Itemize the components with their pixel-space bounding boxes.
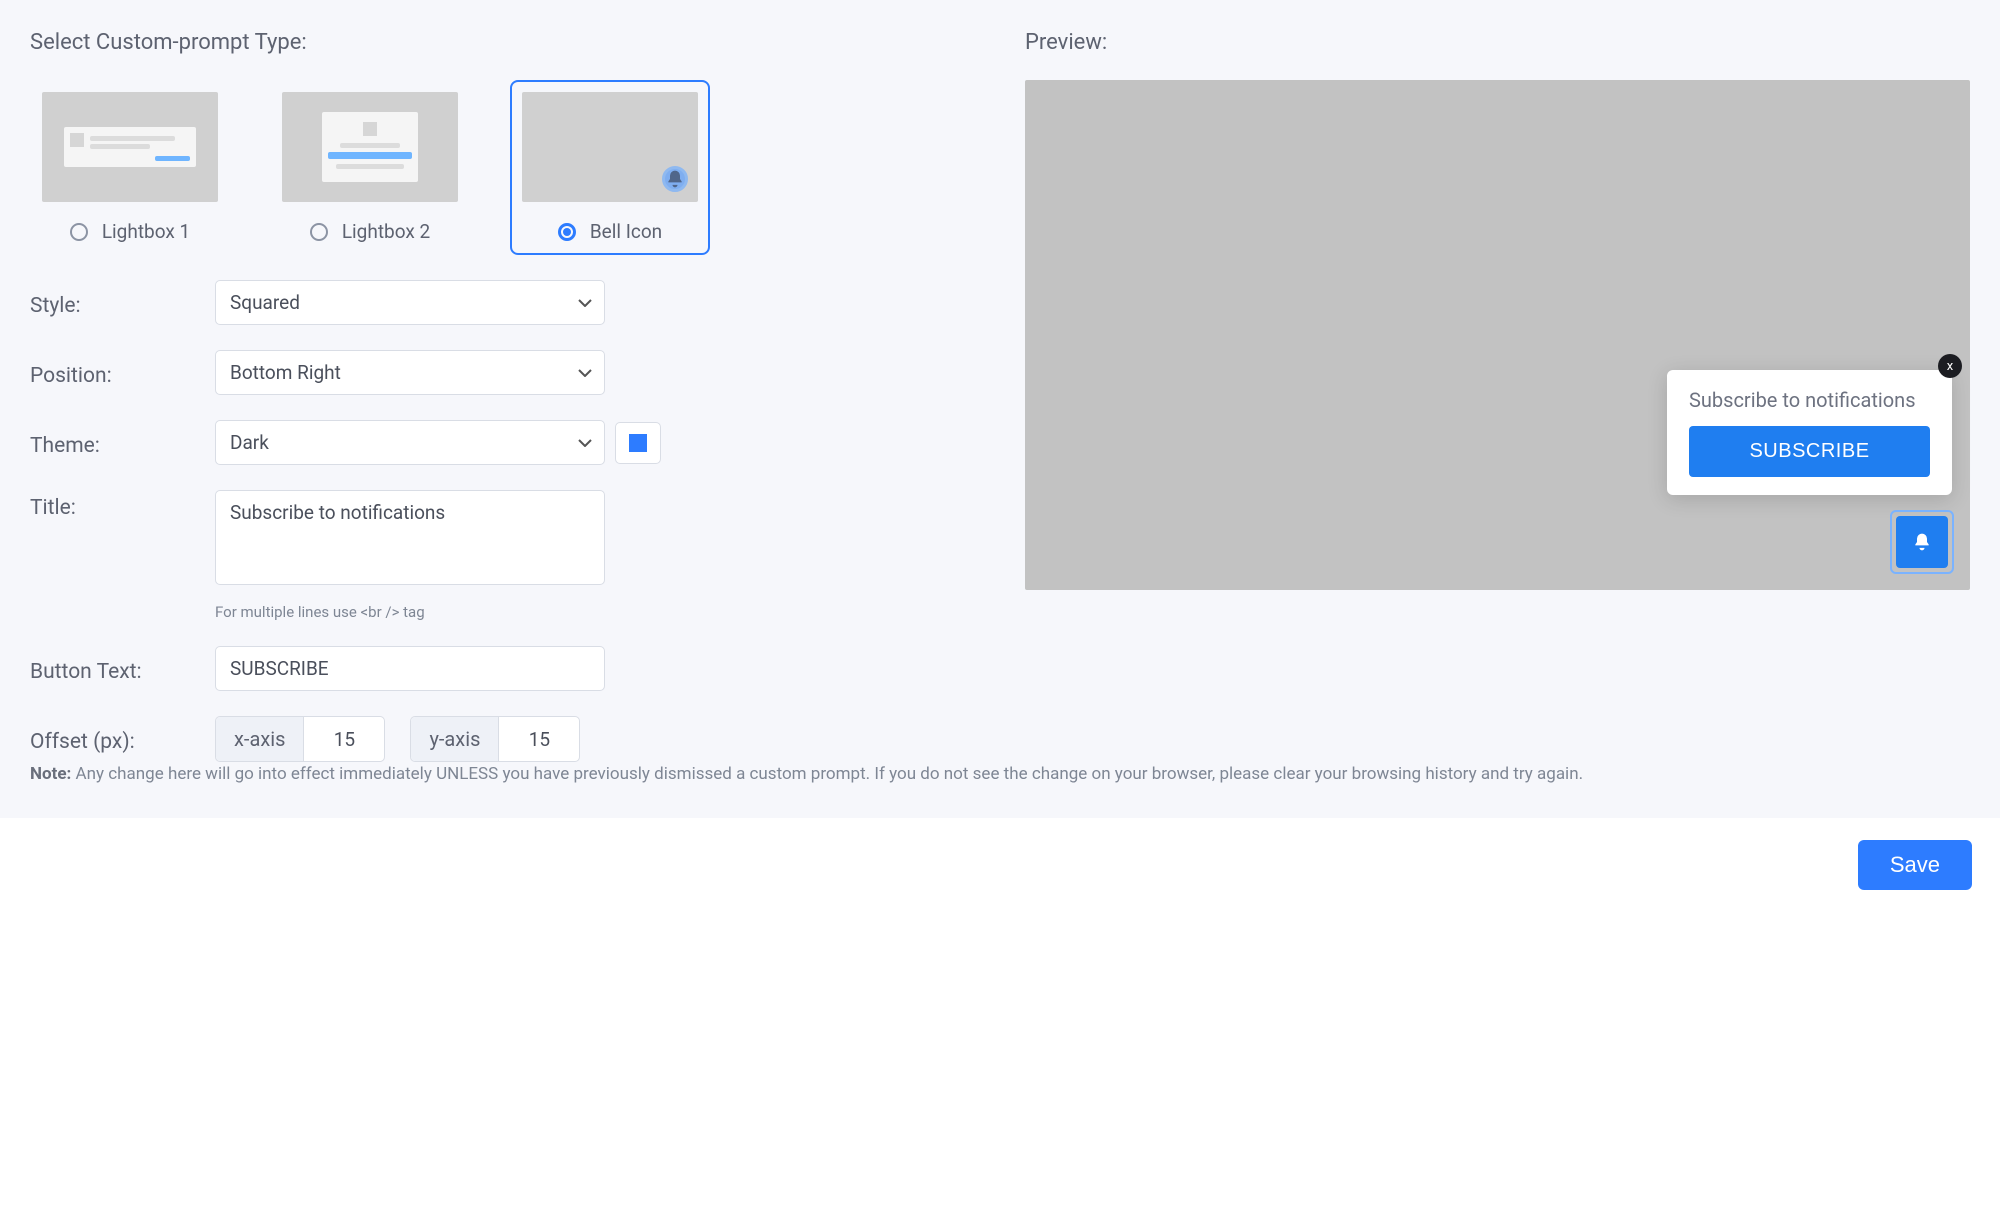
note-text: Any change here will go into effect imme…: [71, 764, 1583, 784]
preview-popup: x Subscribe to notifications SUBSCRIBE: [1667, 370, 1952, 495]
label-theme: Theme:: [30, 428, 195, 458]
label-lightbox1: Lightbox 1: [102, 220, 190, 243]
label-bell: Bell Icon: [590, 220, 662, 243]
thumb-lightbox1: [42, 92, 218, 202]
input-button-text[interactable]: [215, 646, 605, 691]
type-card-lightbox1[interactable]: Lightbox 1: [30, 80, 230, 255]
thumb-lightbox2: [282, 92, 458, 202]
section-title-type: Select Custom-prompt Type:: [30, 30, 975, 55]
label-offset: Offset (px):: [30, 724, 195, 754]
thumb-bell: [522, 92, 698, 202]
label-title: Title:: [30, 490, 195, 520]
offset-y-group: y-axis: [410, 716, 580, 762]
label-button-text: Button Text:: [30, 654, 195, 684]
save-button[interactable]: Save: [1858, 840, 1972, 890]
type-card-lightbox2[interactable]: Lightbox 2: [270, 80, 470, 255]
select-style[interactable]: Squared: [215, 280, 605, 325]
input-offset-y[interactable]: [499, 717, 579, 761]
offset-x-group: x-axis: [215, 716, 385, 762]
popup-close-button[interactable]: x: [1938, 354, 1962, 378]
type-card-bell[interactable]: Bell Icon: [510, 80, 710, 255]
preview-bell-button[interactable]: [1890, 510, 1954, 574]
radio-lightbox1[interactable]: [70, 223, 88, 241]
theme-color-swatch[interactable]: [615, 422, 661, 464]
note-prefix: Note:: [30, 764, 71, 784]
popup-title: Subscribe to notifications: [1689, 388, 1930, 412]
label-position: Position:: [30, 358, 195, 388]
input-title[interactable]: [215, 490, 605, 585]
select-position[interactable]: Bottom Right: [215, 350, 605, 395]
offset-x-label: x-axis: [216, 717, 304, 761]
bell-icon: [1912, 532, 1932, 552]
radio-lightbox2[interactable]: [310, 223, 328, 241]
select-theme[interactable]: Dark: [215, 420, 605, 465]
radio-bell[interactable]: [558, 223, 576, 241]
label-lightbox2: Lightbox 2: [342, 220, 430, 243]
popup-subscribe-button[interactable]: SUBSCRIBE: [1689, 426, 1930, 477]
input-offset-x[interactable]: [304, 717, 384, 761]
bell-icon: [662, 166, 688, 192]
section-title-preview: Preview:: [1025, 30, 1970, 55]
prompt-type-options: Lightbox 1 Lightbox 2: [30, 80, 975, 255]
offset-y-label: y-axis: [411, 717, 499, 761]
preview-canvas: x Subscribe to notifications SUBSCRIBE: [1025, 80, 1970, 590]
label-style: Style:: [30, 288, 195, 318]
title-hint: For multiple lines use <br /> tag: [215, 603, 425, 621]
